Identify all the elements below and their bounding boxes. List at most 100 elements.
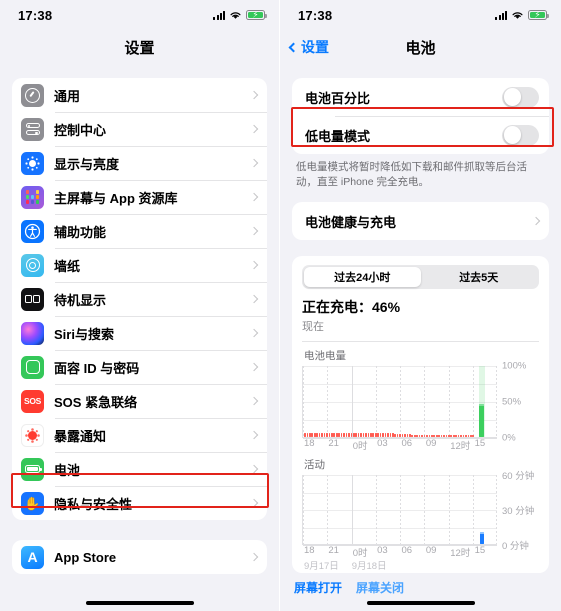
app-store-icon: A — [21, 545, 44, 569]
sidebar-item-siri-search[interactable]: Siri与搜索 — [12, 316, 267, 350]
back-button-label: 设置 — [301, 39, 329, 55]
x-tick-label: 18 — [303, 438, 315, 450]
chevron-right-icon — [249, 464, 259, 474]
row-label: 暴露通知 — [54, 428, 107, 444]
time-range-segmented-control[interactable]: 过去24小时 过去5天 — [302, 265, 539, 290]
row-label: 低电量模式 — [305, 128, 371, 144]
exposure-notification-icon — [21, 423, 44, 447]
sidebar-item-face-id[interactable]: 面容 ID 与密码 — [12, 350, 267, 384]
status-icons: ⚡ — [495, 10, 549, 20]
row-label: 通用 — [54, 88, 81, 104]
charging-status: 正在充电：46% — [302, 299, 401, 316]
nav-bar-right: 设置 电池 — [280, 30, 561, 64]
gridline-vertical — [400, 475, 401, 546]
battery-toggles-group: 电池百分比 低电量模式 — [292, 78, 549, 154]
battery-level-plot — [302, 366, 497, 440]
low-power-mode-toggle[interactable] — [502, 124, 539, 146]
battery-level-x-axis: 18 21 0时 03 06 09 12时 15 — [302, 438, 497, 453]
x-tick-label: 06 — [401, 438, 413, 450]
status-icons: ⚡ — [213, 10, 267, 20]
date-label: 9月17日 — [303, 561, 339, 573]
back-button[interactable]: 设置 — [288, 30, 329, 64]
page-title: 设置 — [124, 39, 155, 57]
gridline-vertical — [327, 475, 329, 546]
x-tick-label: 12时 — [450, 548, 471, 560]
battery-level-chart: 100% 50% 0% — [302, 361, 539, 444]
segment-last-24-hours[interactable]: 过去24小时 — [304, 267, 421, 288]
dual-screenshot: 17:38 ⚡ 设置 通用 控制中心 显示与亮度 主屏幕与 App 资源库 辅助… — [0, 0, 561, 611]
x-tick-label: 03 — [377, 438, 388, 450]
face-id-icon — [21, 355, 44, 379]
page-title: 电池 — [405, 39, 436, 57]
x-tick-label: 15 — [474, 545, 486, 557]
gridline-vertical — [424, 366, 426, 439]
cellular-bars-icon — [213, 10, 225, 20]
gridline-vertical — [327, 366, 329, 439]
x-tick-label: 0时 — [352, 441, 368, 453]
sidebar-item-exposure-notifications[interactable]: 暴露通知 — [12, 418, 267, 452]
battery-charging-icon: ⚡ — [528, 10, 549, 20]
chevron-right-icon — [249, 90, 259, 100]
gridline-vertical — [303, 366, 304, 439]
row-low-power-mode[interactable]: 低电量模式 — [292, 116, 549, 154]
sidebar-item-battery[interactable]: 电池 — [12, 452, 267, 486]
row-label: App Store — [54, 549, 117, 565]
chevron-right-icon — [249, 294, 259, 304]
sidebar-item-home-screen[interactable]: 主屏幕与 App 资源库 — [12, 180, 267, 214]
x-tick-label: 21 — [328, 438, 339, 450]
chart-bar — [479, 404, 484, 438]
battery-percentage-toggle[interactable] — [502, 86, 539, 108]
gridline-vertical — [375, 475, 377, 546]
activity-y-axis: 60 分钟 30 分钟 0 分钟 — [497, 471, 539, 552]
home-indicator — [366, 600, 475, 605]
gridline-vertical — [448, 475, 450, 546]
sidebar-item-sos[interactable]: SOS SOS 紧急联络 — [12, 384, 267, 418]
wifi-icon — [512, 12, 523, 19]
status-time: 17:38 — [298, 7, 333, 23]
row-battery-percentage[interactable]: 电池百分比 — [292, 78, 549, 116]
gridline-vertical — [351, 475, 353, 546]
siri-icon — [21, 321, 44, 345]
chevron-right-icon — [249, 362, 259, 372]
chevron-right-icon — [249, 498, 259, 508]
date-label: 9月18日 — [351, 561, 387, 573]
battery-icon — [21, 457, 44, 481]
y-tick-label: 60 分钟 — [502, 471, 535, 483]
sidebar-item-app-store[interactable]: A App Store — [12, 540, 267, 574]
wifi-icon — [230, 12, 241, 19]
gridline-vertical — [448, 366, 450, 439]
status-bar-left: 17:38 ⚡ — [0, 0, 279, 30]
row-label: 显示与亮度 — [54, 156, 120, 172]
sidebar-item-display-brightness[interactable]: 显示与亮度 — [12, 146, 267, 180]
gridline-vertical — [400, 366, 401, 439]
row-battery-health[interactable]: 电池健康与充电 — [292, 202, 549, 240]
sidebar-item-control-center[interactable]: 控制中心 — [12, 112, 267, 146]
legend-screen-on: 屏幕打开 — [294, 581, 343, 596]
chevron-right-icon — [531, 217, 541, 226]
brightness-icon — [21, 151, 44, 175]
y-tick-label: 30 分钟 — [502, 506, 535, 518]
chevron-right-icon — [249, 260, 259, 270]
x-tick-label: 03 — [377, 545, 388, 557]
y-tick-label: 100% — [502, 360, 527, 372]
sidebar-item-privacy-security[interactable]: ✋ 隐私与安全性 — [12, 486, 267, 520]
sidebar-item-wallpaper[interactable]: 墙纸 — [12, 248, 267, 282]
gridline-vertical — [351, 366, 353, 439]
row-label: SOS 紧急联络 — [54, 394, 138, 410]
chevron-left-icon — [288, 42, 299, 52]
nav-bar-left: 设置 — [0, 30, 279, 64]
chevron-right-icon — [249, 158, 259, 168]
status-time: 17:38 — [18, 7, 53, 23]
row-label: 主屏幕与 App 资源库 — [54, 190, 178, 206]
sidebar-item-standby[interactable]: 待机显示 — [12, 282, 267, 316]
sidebar-item-accessibility[interactable]: 辅助功能 — [12, 214, 267, 248]
chevron-right-icon — [249, 328, 259, 338]
activity-chart: 60 分钟 30 分钟 0 分钟 — [302, 471, 539, 552]
y-tick-label: 50% — [502, 396, 522, 408]
sidebar-item-general[interactable]: 通用 — [12, 78, 267, 112]
activity-plot — [302, 475, 497, 547]
gear-icon — [21, 83, 44, 107]
settings-screen: 17:38 ⚡ 设置 通用 控制中心 显示与亮度 主屏幕与 App 资源库 辅助… — [0, 0, 280, 611]
segment-last-5-days[interactable]: 过去5天 — [421, 267, 538, 287]
x-tick-label: 0时 — [352, 548, 368, 560]
